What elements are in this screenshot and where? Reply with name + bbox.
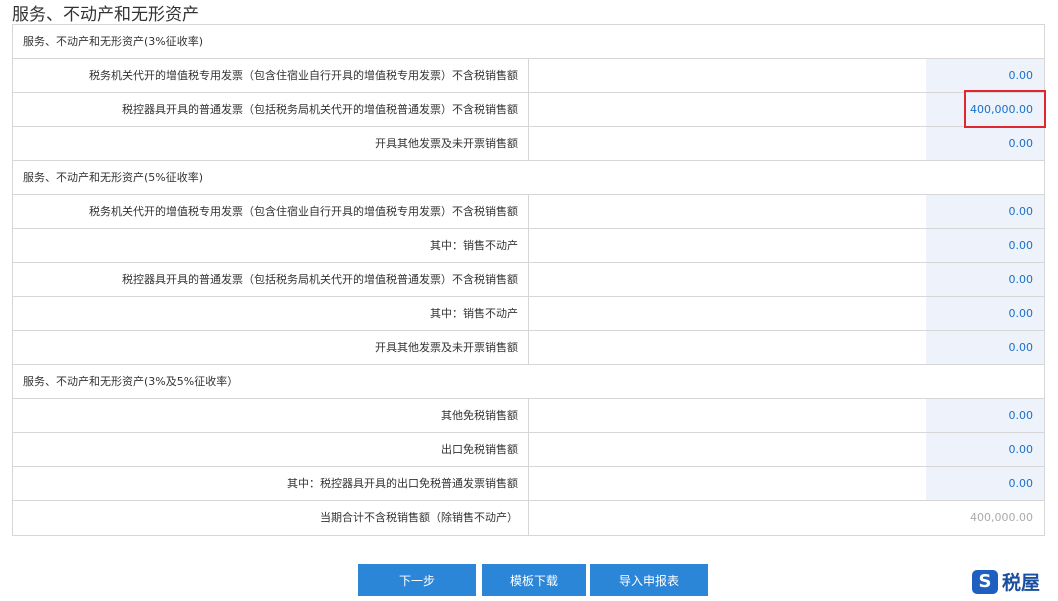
empty-cell xyxy=(529,433,926,466)
amount-input[interactable]: 0.00 xyxy=(926,297,1044,330)
table-row: 当期合计不含税销售额（除销售不动产） 400,000.00 xyxy=(13,501,1044,535)
amount-input[interactable]: 0.00 xyxy=(926,399,1044,432)
sales-form-table: 服务、不动产和无形资产(3%征收率) 税务机关代开的增值税专用发票（包含住宿业自… xyxy=(12,24,1045,536)
empty-cell xyxy=(529,501,926,535)
amount-input[interactable]: 0.00 xyxy=(926,229,1044,262)
amount-input[interactable]: 0.00 xyxy=(926,263,1044,296)
table-row: 开具其他发票及未开票销售额 0.00 xyxy=(13,331,1044,365)
table-row: 其他免税销售额 0.00 xyxy=(13,399,1044,433)
table-row: 出口免税销售额 0.00 xyxy=(13,433,1044,467)
empty-cell xyxy=(529,467,926,500)
next-step-button[interactable]: 下一步 xyxy=(358,564,476,596)
watermark-text: 税屋 xyxy=(1002,572,1041,594)
empty-cell xyxy=(529,59,926,92)
amount-input[interactable]: 0.00 xyxy=(926,467,1044,500)
row-label: 税务机关代开的增值税专用发票（包含住宿业自行开具的增值税专用发票）不含税销售额 xyxy=(13,59,529,92)
row-label: 出口免税销售额 xyxy=(13,433,529,466)
row-label: 税控器具开具的普通发票（包括税务局机关代开的增值税普通发票）不含税销售额 xyxy=(13,93,529,126)
amount-input[interactable]: 0.00 xyxy=(926,127,1044,160)
table-row: 税务机关代开的增值税专用发票（包含住宿业自行开具的增值税专用发票）不含税销售额 … xyxy=(13,59,1044,93)
table-row: 税务机关代开的增值税专用发票（包含住宿业自行开具的增值税专用发票）不含税销售额 … xyxy=(13,195,1044,229)
row-label: 开具其他发票及未开票销售额 xyxy=(13,331,529,364)
amount-input[interactable]: 0.00 xyxy=(926,331,1044,364)
empty-cell xyxy=(529,263,926,296)
section-header-5pct: 服务、不动产和无形资产(5%征收率) xyxy=(13,161,1044,195)
section-header-3-and-5pct: 服务、不动产和无形资产(3%及5%征收率） xyxy=(13,365,1044,399)
table-row: 其中：销售不动产 0.00 xyxy=(13,229,1044,263)
empty-cell xyxy=(529,93,926,126)
table-row: 其中：税控器具开具的出口免税普通发票销售额 0.00 xyxy=(13,467,1044,501)
row-label: 其中：销售不动产 xyxy=(13,297,529,330)
empty-cell xyxy=(529,127,926,160)
empty-cell xyxy=(529,229,926,262)
table-row: 税控器具开具的普通发票（包括税务局机关代开的增值税普通发票）不含税销售额 400… xyxy=(13,93,1044,127)
total-amount-readonly: 400,000.00 xyxy=(926,501,1044,535)
row-label: 其中：销售不动产 xyxy=(13,229,529,262)
amount-input[interactable]: 0.00 xyxy=(926,195,1044,228)
table-row: 开具其他发票及未开票销售额 0.00 xyxy=(13,127,1044,161)
row-label: 其他免税销售额 xyxy=(13,399,529,432)
table-row: 其中：销售不动产 0.00 xyxy=(13,297,1044,331)
empty-cell xyxy=(529,331,926,364)
import-report-button[interactable]: 导入申报表 xyxy=(590,564,708,596)
template-download-button[interactable]: 模板下载 xyxy=(482,564,586,596)
row-label: 税控器具开具的普通发票（包括税务局机关代开的增值税普通发票）不含税销售额 xyxy=(13,263,529,296)
watermark-logo: S 税屋 xyxy=(972,568,1040,595)
table-row: 税控器具开具的普通发票（包括税务局机关代开的增值税普通发票）不含税销售额 0.0… xyxy=(13,263,1044,297)
section-header-3pct: 服务、不动产和无形资产(3%征收率) xyxy=(13,25,1044,59)
empty-cell xyxy=(529,195,926,228)
page-title: 服务、不动产和无形资产 xyxy=(12,5,199,25)
row-label: 当期合计不含税销售额（除销售不动产） xyxy=(13,501,529,535)
logo-icon: S xyxy=(972,569,998,594)
amount-input[interactable]: 0.00 xyxy=(926,433,1044,466)
empty-cell xyxy=(529,297,926,330)
row-label: 开具其他发票及未开票销售额 xyxy=(13,127,529,160)
row-label: 其中：税控器具开具的出口免税普通发票销售额 xyxy=(13,467,529,500)
empty-cell xyxy=(529,399,926,432)
row-label: 税务机关代开的增值税专用发票（包含住宿业自行开具的增值税专用发票）不含税销售额 xyxy=(13,195,529,228)
amount-input[interactable]: 400,000.00 xyxy=(926,93,1044,126)
amount-input[interactable]: 0.00 xyxy=(926,59,1044,92)
